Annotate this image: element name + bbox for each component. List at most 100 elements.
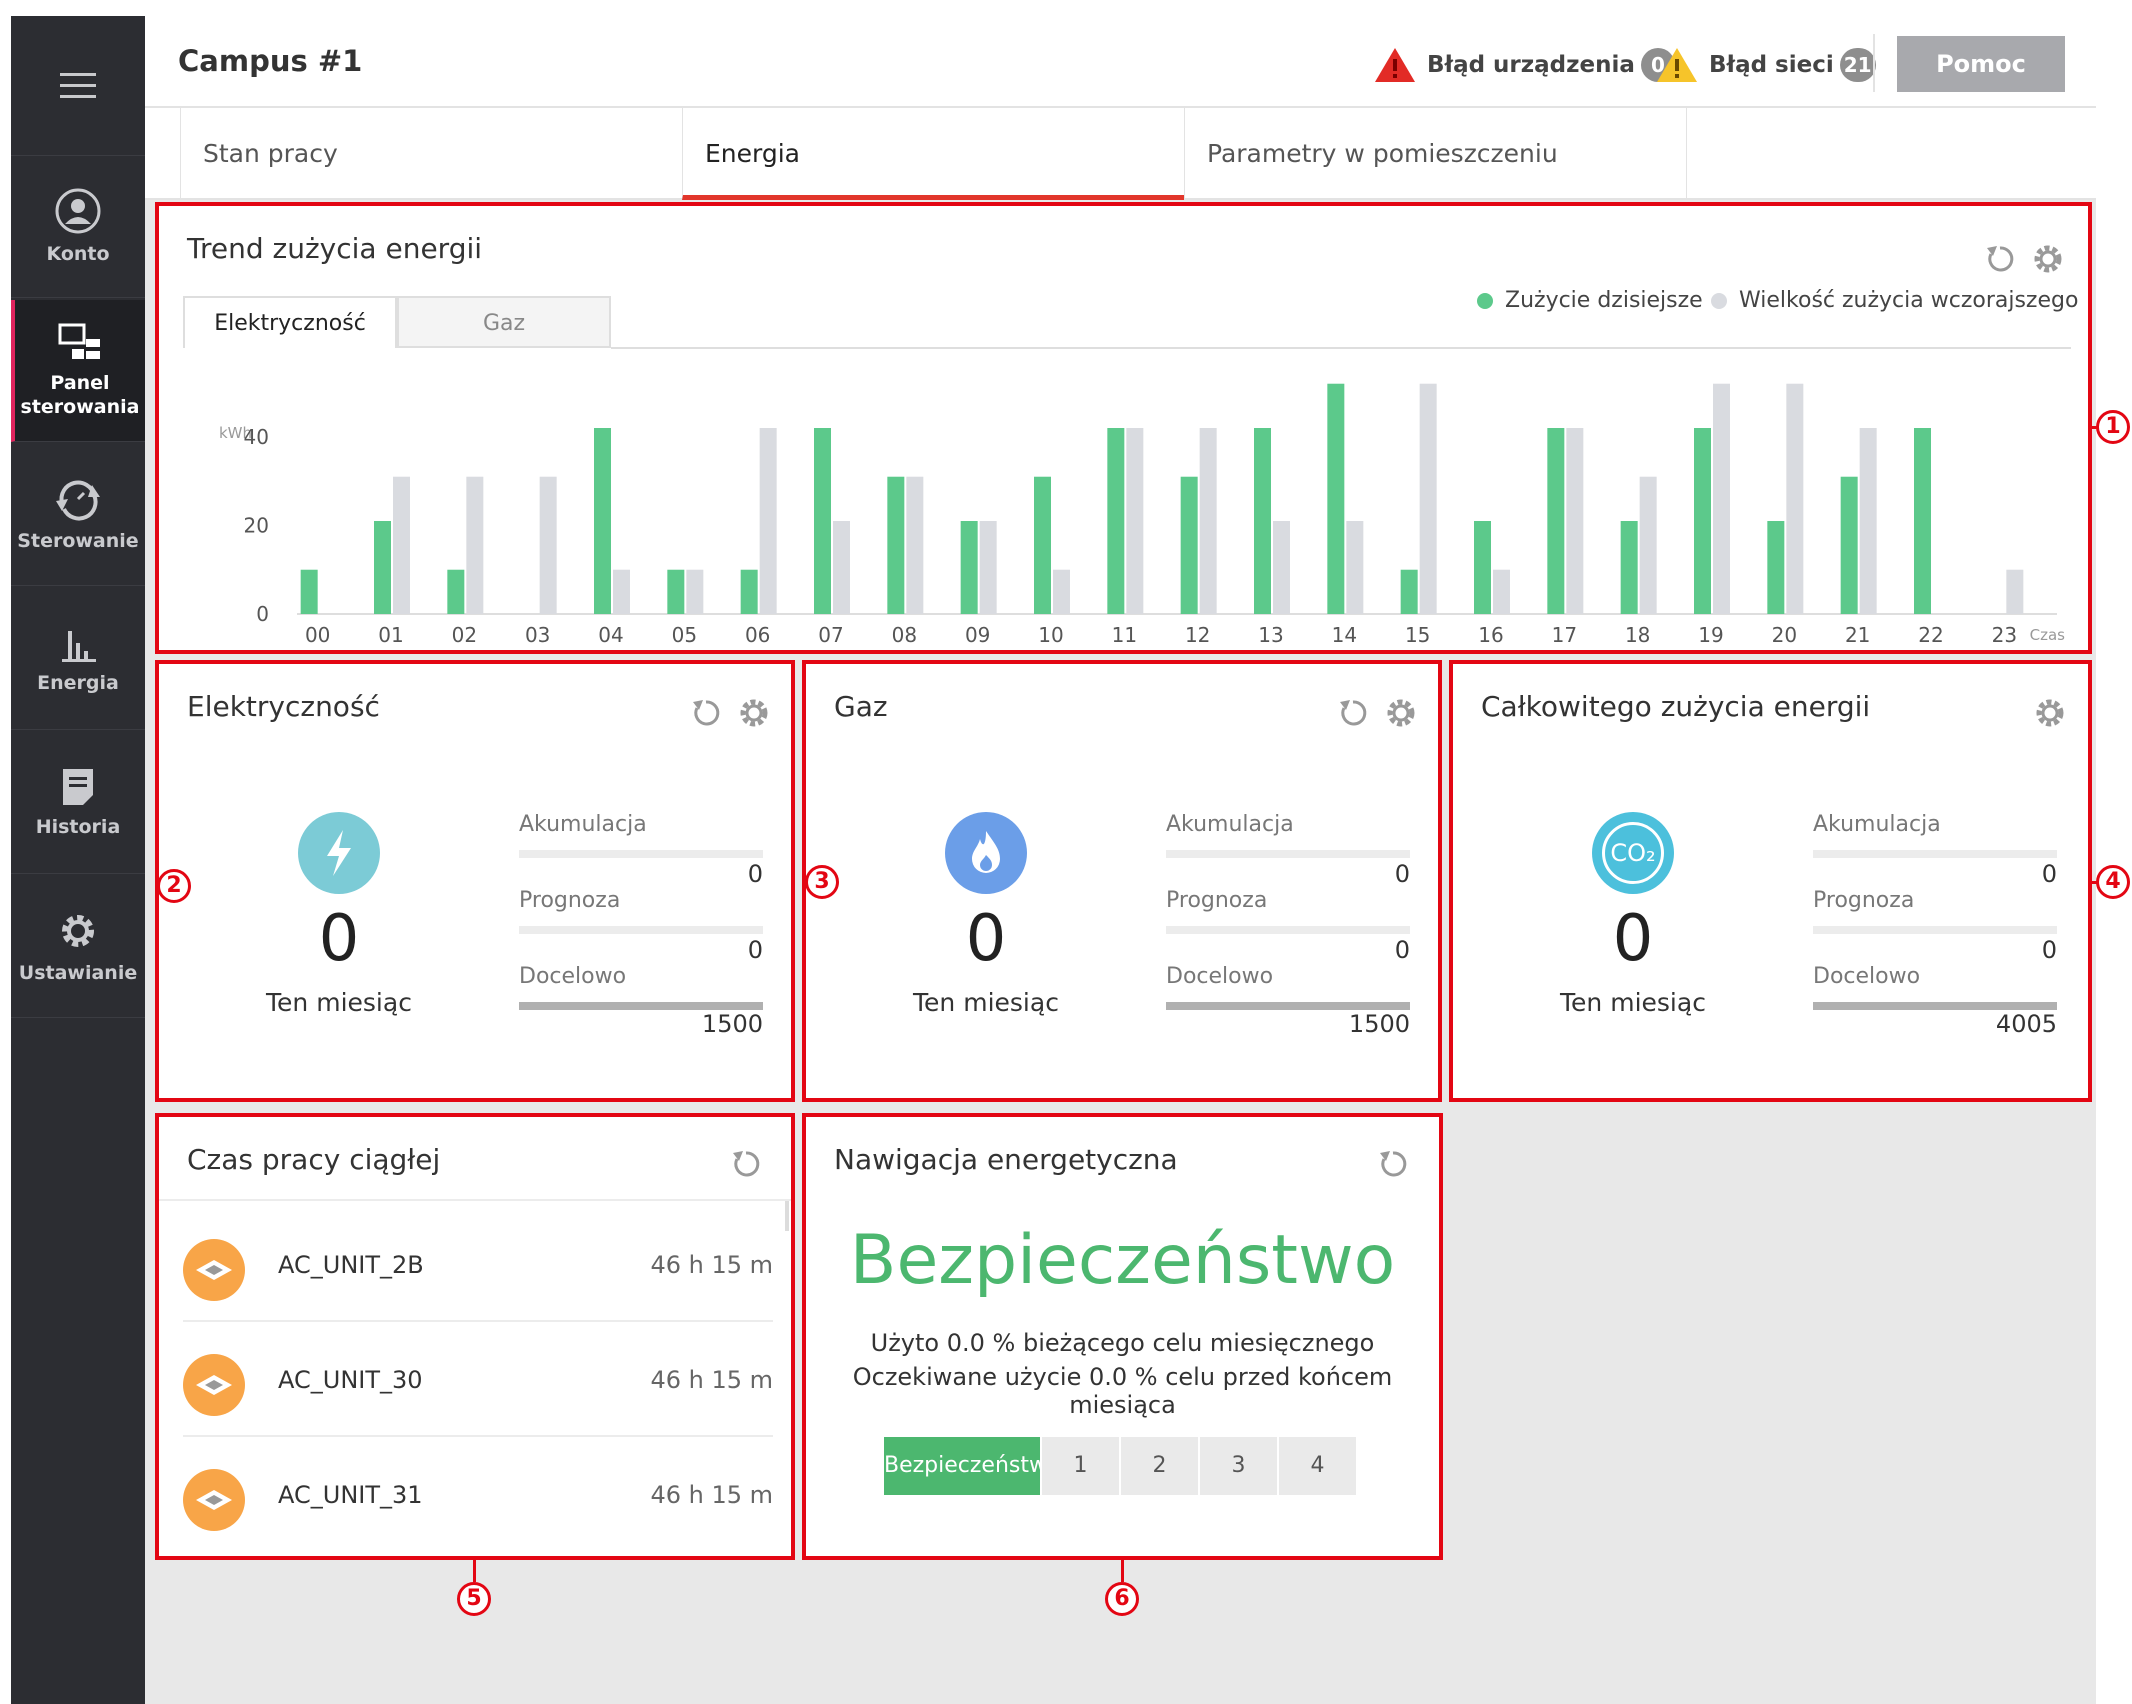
ac-unit-icon <box>183 1239 245 1301</box>
gear-icon[interactable] <box>2033 696 2067 730</box>
device-error-label: Błąd urządzenia <box>1427 52 1635 78</box>
x-tick-label: 18 <box>1625 623 1650 647</box>
bar-yesterday <box>1713 383 1730 614</box>
bar-yesterday <box>1566 428 1584 614</box>
bar-yesterday <box>2006 569 2024 614</box>
x-tick-label: 23 <box>1992 623 2017 647</box>
subtab-gas[interactable]: Gaz <box>397 296 611 348</box>
device-error-indicator[interactable]: Błąd urządzenia 0 <box>1373 46 1675 84</box>
warning-red-icon <box>1375 48 1415 82</box>
gear-icon[interactable] <box>1384 696 1418 730</box>
menu-button[interactable] <box>11 16 145 156</box>
x-tick-label: 20 <box>1772 623 1797 647</box>
navigation-status: Bezpieczeństwo <box>849 1221 1396 1300</box>
callout-3: 3 <box>805 865 839 899</box>
tab-operation-status[interactable]: Stan pracy <box>180 108 682 200</box>
bar-today <box>1474 521 1491 614</box>
bar-yesterday <box>539 476 557 614</box>
forecast-label: Prognoza <box>1813 888 1915 913</box>
bar-today <box>1914 428 1931 614</box>
sidebar-item-dashboard[interactable]: Panel sterowania <box>11 300 145 442</box>
co2-icon-text: CO₂ <box>1602 822 1664 884</box>
ac-unit-time: 46 h 15 m <box>650 1251 773 1279</box>
callout-2: 2 <box>157 869 191 903</box>
card-title: Całkowitego zużycia energii <box>1481 690 1871 723</box>
target-label: Docelowo <box>1813 964 1921 989</box>
help-button[interactable]: Pomoc <box>1897 36 2065 92</box>
energy-navigation-card: Nawigacja energetyczna Bezpieczeństwo Uż… <box>802 1113 1443 1560</box>
refresh-icon[interactable] <box>1983 242 2017 276</box>
x-tick-label: 01 <box>378 623 403 647</box>
total-energy-card: Całkowitego zużycia energii CO₂ 0 Ten mi… <box>1449 660 2092 1102</box>
sidebar-item-control[interactable]: Sterowanie <box>11 444 145 586</box>
list-item[interactable]: AC_UNIT_30 46 h 15 m <box>183 1322 773 1437</box>
bar-yesterday <box>1859 428 1877 614</box>
hamburger-icon <box>60 72 96 99</box>
legend-yesterday-swatch <box>1711 292 1727 309</box>
bar-today <box>1400 569 1418 614</box>
period-label: Ten miesiąc <box>1560 988 1706 1017</box>
refresh-icon[interactable] <box>1376 1147 1410 1181</box>
legend-today-label: Zużycie dzisiejsze <box>1505 288 1703 313</box>
card-divider <box>159 1199 791 1201</box>
electricity-card: Elektryczność 0 Ten miesiąc Akumulacja 0… <box>155 660 795 1102</box>
warning-yellow-icon <box>1657 48 1697 82</box>
ac-unit-icon <box>183 1469 245 1531</box>
x-tick-label: 21 <box>1845 623 1870 647</box>
x-tick-label: 02 <box>452 623 477 647</box>
history-icon <box>63 768 93 805</box>
x-tick-label: 09 <box>965 623 990 647</box>
scrollbar[interactable] <box>785 1201 789 1231</box>
bar-yesterday <box>1199 428 1217 614</box>
sidebar-item-settings[interactable]: Ustawianie <box>11 876 145 1018</box>
y-tick-label: 40 <box>244 425 269 449</box>
account-icon <box>55 188 101 233</box>
tab-energy[interactable]: Energia <box>682 108 1184 200</box>
x-tick-label: 07 <box>818 623 843 647</box>
accumulation-bar <box>1166 850 1410 858</box>
bar-yesterday <box>393 476 410 614</box>
refresh-icon[interactable] <box>729 1147 763 1181</box>
target-bar <box>519 1002 763 1010</box>
bar-today <box>887 476 905 614</box>
bar-yesterday <box>759 428 777 614</box>
x-tick-label: 13 <box>1258 623 1283 647</box>
navigation-level-4: 4 <box>1279 1437 1356 1495</box>
navigation-level-safe: Bezpieczeństwo <box>884 1437 1040 1495</box>
x-tick-label: 04 <box>598 623 623 647</box>
legend-today-swatch <box>1477 292 1493 309</box>
ac-unit-time: 46 h 15 m <box>650 1481 773 1509</box>
x-axis-title: Czas <box>2030 626 2066 644</box>
bar-today <box>300 569 318 614</box>
co2-icon: CO₂ <box>1592 812 1674 894</box>
forecast-value: 0 <box>2041 936 2057 964</box>
list-item[interactable]: AC_UNIT_2B 46 h 15 m <box>183 1207 773 1322</box>
forecast-bar <box>1166 926 1410 934</box>
sidebar-item-history[interactable]: Historia <box>11 732 145 874</box>
tab-room-parameters[interactable]: Parametry w pomieszczeniu <box>1184 108 1686 200</box>
bar-yesterday <box>1126 428 1144 614</box>
refresh-icon[interactable] <box>1336 696 1370 730</box>
list-item[interactable]: AC_UNIT_31 46 h 15 m <box>183 1437 773 1552</box>
sidebar-item-energy[interactable]: Energia <box>11 588 145 730</box>
bar-yesterday <box>1493 569 1510 614</box>
energy-trend-card: Trend zużycia energii Elektryczność Gaz … <box>155 202 2092 654</box>
x-tick-label: 12 <box>1185 623 1210 647</box>
refresh-icon[interactable] <box>689 696 723 730</box>
target-label: Docelowo <box>519 964 627 989</box>
network-error-indicator[interactable]: Błąd sieci 21 <box>1655 46 1876 84</box>
bar-today <box>960 521 978 614</box>
callout-5: 5 <box>457 1582 491 1616</box>
x-tick-label: 10 <box>1038 623 1063 647</box>
gear-icon[interactable] <box>737 696 771 730</box>
accumulation-label: Akumulacja <box>1166 812 1294 837</box>
ac-unit-name: AC_UNIT_2B <box>278 1251 424 1279</box>
x-tick-label: 06 <box>745 623 770 647</box>
x-tick-label: 19 <box>1698 623 1723 647</box>
bar-today <box>1180 476 1198 614</box>
gas-card: Gaz 0 Ten miesiąc Akumulacja 0 Prognoza … <box>802 660 1442 1102</box>
sidebar-item-account[interactable]: Konto <box>11 156 145 298</box>
subtab-electricity[interactable]: Elektryczność <box>183 296 397 348</box>
gear-icon[interactable] <box>2031 242 2065 276</box>
card-title: Trend zużycia energii <box>187 232 483 265</box>
